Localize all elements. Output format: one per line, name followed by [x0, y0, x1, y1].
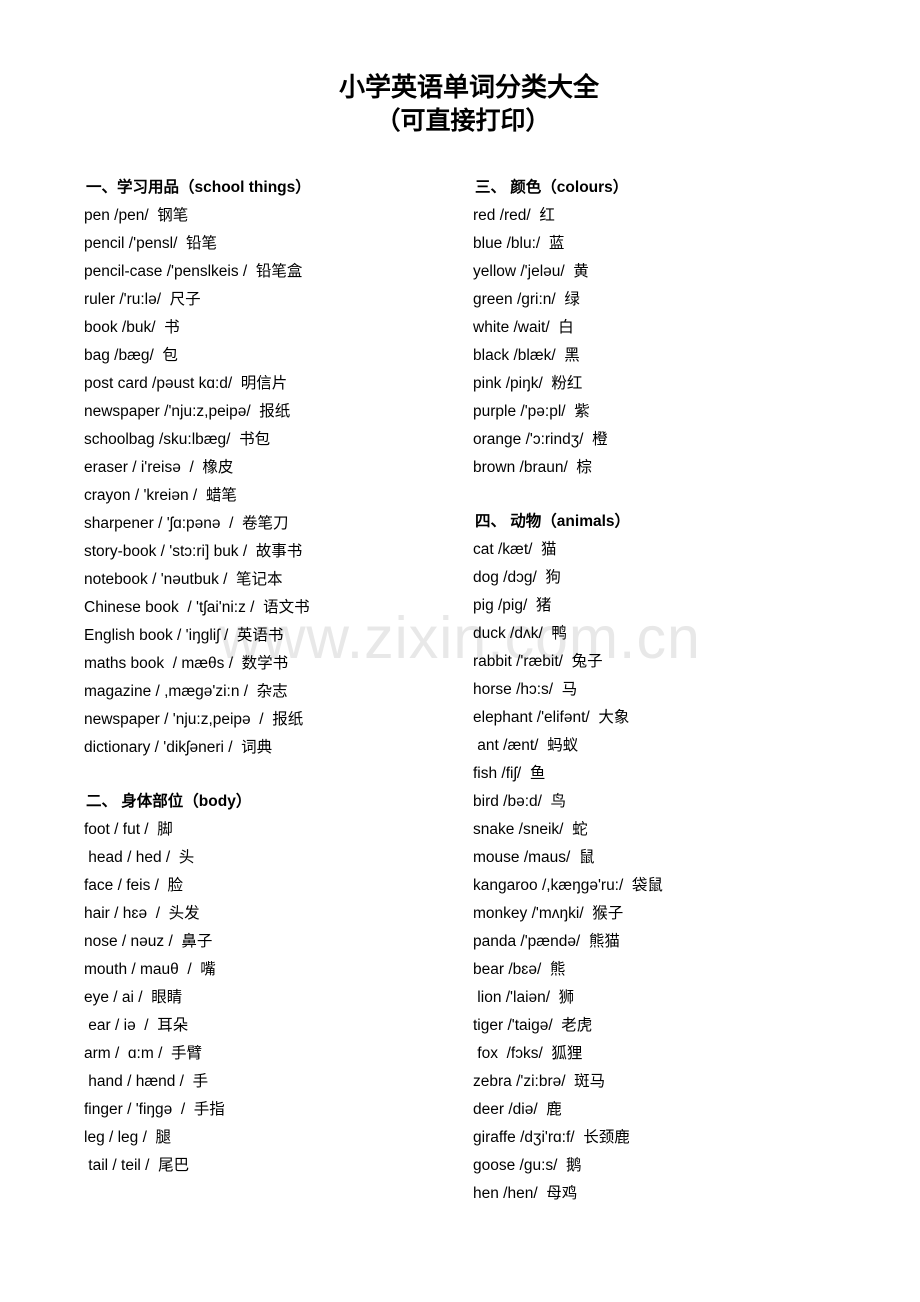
word-entry: cat /kæt/ 猫	[473, 541, 557, 558]
word-entry: maths book / mæθs / 数学书	[84, 655, 289, 672]
vocabulary-section: 二、 身体部位（body） foot / fut / 脚 head / hed /…	[84, 788, 464, 1180]
word-entry: fox /fɔks/ 狐狸	[473, 1045, 583, 1062]
word-entry: rabbit /'ræbit/ 兔子	[473, 653, 603, 670]
word-entry: pencil-case /'penslkeis / 铅笔盒	[84, 263, 303, 280]
word-entry: magazine / ,mægə'zi:n / 杂志	[84, 683, 288, 700]
word-entry: finger / 'fiŋgə / 手指	[84, 1101, 225, 1118]
word-entry: black /blæk/ 黑	[473, 347, 580, 364]
word-entry: notebook / 'nəutbuk / 笔记本	[84, 571, 283, 588]
word-entry: foot / fut / 脚	[84, 821, 173, 838]
word-entry: nose / nəuz / 鼻子	[84, 933, 213, 950]
word-entry: brown /braun/ 棕	[473, 459, 592, 476]
word-entry: pencil /'pensl/ 铅笔	[84, 235, 218, 252]
word-entry: book /buk/ 书	[84, 319, 180, 336]
word-entry: pen /pen/ 钢笔	[84, 207, 189, 224]
word-entry: mouse /maus/ 鼠	[473, 849, 595, 866]
section-heading: 二、 身体部位（body）	[86, 793, 252, 810]
word-entry: blue /blu:/ 蓝	[473, 235, 565, 252]
vocabulary-section: 三、 颜色（colours） red /red/ 红 blue /blu:/ 蓝 ye…	[473, 174, 873, 482]
word-entry: ant /ænt/ 蚂蚁	[473, 737, 579, 754]
word-entry: face / feis / 脸	[84, 877, 184, 894]
word-entry: pink /piŋk/ 粉红	[473, 375, 583, 392]
word-entry: yellow /'jeləu/ 黄	[473, 263, 589, 280]
section-heading: 三、 颜色（colours）	[475, 179, 629, 196]
word-entry: leg / leg / 腿	[84, 1129, 172, 1146]
word-entry: post card /pəust kɑ:d/ 明信片	[84, 375, 288, 392]
word-entry: hand / hænd / 手	[84, 1073, 209, 1090]
word-entry: snake /sneik/ 蛇	[473, 821, 588, 838]
word-list: foot / fut / 脚 head / hed / 头 face / feis…	[84, 816, 464, 1180]
word-entry: hen /hen/ 母鸡	[473, 1185, 578, 1202]
word-entry: zebra /'zi:brə/ 斑马	[473, 1073, 606, 1090]
word-entry: deer /diə/ 鹿	[473, 1101, 562, 1118]
word-entry: goose /gu:s/ 鹅	[473, 1157, 582, 1174]
word-entry: horse /hɔ:s/ 马	[473, 681, 578, 698]
word-entry: ruler /'ru:lə/ 尺子	[84, 291, 201, 308]
left-column: 一、学习用品（school things） pen /pen/ 钢笔 pencil …	[84, 174, 464, 1180]
word-entry: arm / ɑ:m / 手臂	[84, 1045, 202, 1062]
word-entry: elephant /'elifənt/ 大象	[473, 709, 630, 726]
word-entry: mouth / mauθ / 嘴	[84, 961, 216, 978]
word-entry: ear / iə / 耳朵	[84, 1017, 189, 1034]
word-entry: orange /'ɔ:rindʒ/ 橙	[473, 431, 608, 448]
document-page: www.zixin.com.cn 小学英语单词分类大全 （可直接打印） 一、学习…	[0, 0, 920, 1302]
section-heading: 一、学习用品（school things）	[86, 179, 311, 196]
word-entry: dictionary / 'dikʃəneri / 词典	[84, 739, 273, 756]
word-entry: newspaper /'nju:z,peipə/ 报纸	[84, 403, 291, 420]
word-entry: duck /dʌk/ 鸭	[473, 625, 567, 642]
right-column: 三、 颜色（colours） red /red/ 红 blue /blu:/ 蓝 ye…	[473, 174, 873, 1208]
word-list: red /red/ 红 blue /blu:/ 蓝 yellow /'jeləu/ …	[473, 202, 873, 482]
word-entry: story-book / 'stɔ:ri] buk / 故事书	[84, 543, 303, 560]
word-entry: Chinese book / 'tʃai'ni:z / 语文书	[84, 599, 310, 616]
word-entry: bird /bə:d/ 鸟	[473, 793, 567, 810]
document-title-block: 小学英语单词分类大全 （可直接打印）	[0, 70, 920, 138]
word-entry: fish /fiʃ/ 鱼	[473, 765, 546, 782]
word-entry: purple /'pə:pl/ 紫	[473, 403, 590, 420]
word-entry: dog /dɔg/ 狗	[473, 569, 561, 586]
word-entry: giraffe /dʒi'rɑ:f/ 长颈鹿	[473, 1129, 630, 1146]
word-entry: eraser / i'reisə / 橡皮	[84, 459, 234, 476]
word-list: pen /pen/ 钢笔 pencil /'pensl/ 铅笔 pencil-cas…	[84, 202, 464, 762]
word-list: cat /kæt/ 猫 dog /dɔg/ 狗 pig /pig/ 猪 duck /d…	[473, 536, 873, 1208]
word-entry: kangaroo /,kæŋgə'ru:/ 袋鼠	[473, 877, 663, 894]
word-entry: bag /bæg/ 包	[84, 347, 178, 364]
word-entry: green /gri:n/ 绿	[473, 291, 580, 308]
word-entry: eye / ai / 眼睛	[84, 989, 183, 1006]
word-entry: hair / hɛə / 头发	[84, 905, 200, 922]
word-entry: head / hed / 头	[84, 849, 195, 866]
vocabulary-section: 一、学习用品（school things） pen /pen/ 钢笔 pencil …	[84, 174, 464, 762]
word-entry: white /wait/ 白	[473, 319, 574, 336]
page-title: 小学英语单词分类大全	[338, 72, 599, 102]
word-entry: monkey /'mʌŋki/ 猴子	[473, 905, 624, 922]
word-entry: tail / teil / 尾巴	[84, 1157, 190, 1174]
vocabulary-section: 四、 动物（animals） cat /kæt/ 猫 dog /dɔg/ 狗 pig …	[473, 508, 873, 1208]
word-entry: panda /'pændə/ 熊猫	[473, 933, 620, 950]
word-entry: tiger /'taigə/ 老虎	[473, 1017, 593, 1034]
page-subtitle: （可直接打印）	[375, 107, 551, 135]
word-entry: crayon / 'kreiən / 蜡笔	[84, 487, 237, 504]
word-entry: pig /pig/ 猪	[473, 597, 552, 614]
section-heading: 四、 动物（animals）	[475, 513, 631, 530]
word-entry: bear /bɛə/ 熊	[473, 961, 566, 978]
word-entry: schoolbag /sku:lbæg/ 书包	[84, 431, 271, 448]
word-entry: English book / 'iŋgliʃ / 英语书	[84, 627, 284, 644]
word-entry: lion /'laiən/ 狮	[473, 989, 575, 1006]
word-entry: newspaper / 'nju:z,peipə / 报纸	[84, 711, 304, 728]
word-entry: red /red/ 红	[473, 207, 555, 224]
word-entry: sharpener / 'ʃɑ:pənə / 卷笔刀	[84, 515, 289, 532]
